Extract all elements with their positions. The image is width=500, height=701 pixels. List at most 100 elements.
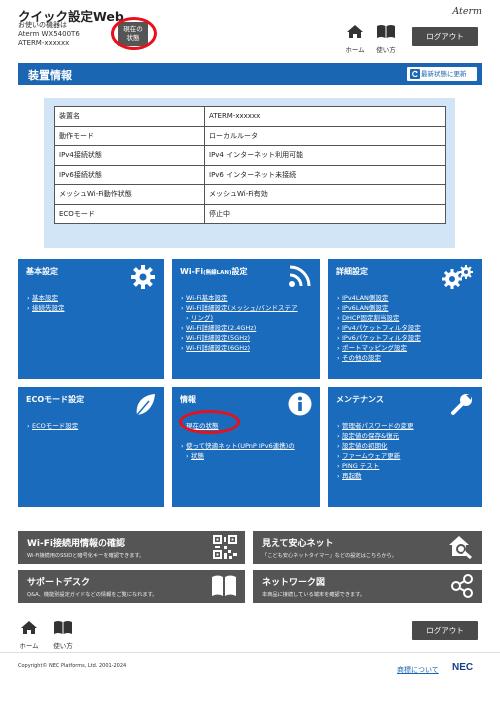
link-ipv4-lan[interactable]: IPv4LAN側設定 <box>337 293 421 303</box>
tile-links: IPv4LAN側設定 IPv6LAN側設定 DHCP固定割当設定 IPv4パケッ… <box>337 293 421 363</box>
info-value: ATERM-xxxxxx <box>204 106 446 127</box>
link-other-settings[interactable]: その他の設定 <box>337 353 421 363</box>
howto-label: 使い方 <box>376 46 396 54</box>
safety-net-banner[interactable]: 見えて安心ネット 「こども安心ネットタイマー」などの設定はこちらから。 <box>253 531 482 564</box>
tile-advanced-settings: 詳細設定 IPv4LAN側設定 IPv6LAN側設定 DHCP固定割当設定 IP… <box>328 259 482 379</box>
tile-title: Wi-Fi(無線LAN)設定 <box>180 266 248 277</box>
wrench-icon <box>451 394 472 415</box>
qr-code-icon <box>213 535 237 559</box>
gears-icon <box>442 265 473 289</box>
device-info-bar: 装置情報 最新状態に更新 <box>18 63 482 85</box>
banner-subtitle: 本商品に接続している端末を確認できます。 <box>262 592 366 598</box>
info-icon <box>288 392 312 416</box>
home-label: ホーム <box>19 642 39 650</box>
link-ipv4-filter[interactable]: IPv4パケットフィルタ設定 <box>337 323 421 333</box>
network-map-banner[interactable]: ネットワーク図 本商品に接続している端末を確認できます。 <box>253 570 482 603</box>
wifi-icon <box>289 265 311 287</box>
link-ping-test[interactable]: PING テスト <box>337 461 414 471</box>
home-button[interactable]: ホーム <box>344 24 366 54</box>
banner-subtitle: Wi-Fi接続用のSSIDと暗号化キーを確認できます。 <box>27 553 145 559</box>
footer-divider <box>0 652 500 653</box>
highlight-circle <box>179 410 240 434</box>
link-wifi-5ghz[interactable]: Wi-Fi詳細設定(5GHz) <box>181 333 298 343</box>
info-key: メッシュWi-Fi動作状態 <box>54 184 205 205</box>
info-key: IPv4接続状態 <box>54 145 205 166</box>
howto-label: 使い方 <box>53 642 73 650</box>
link-save-restore[interactable]: 設定値の保存&復元 <box>337 431 414 441</box>
tile-information: 情報 現在の状態 使って快適ネット(UPnP IPv6連携)の 状態 <box>172 387 320 507</box>
banner-subtitle: Q&A、機能別設定ガイドなどの情報をご覧になれます。 <box>27 592 158 598</box>
device-model: Aterm WX5400T6 <box>18 30 80 38</box>
home-icon <box>21 621 37 634</box>
device-info-panel: 装置名 ATERM-xxxxxx 動作モード ローカルルータ IPv4接続状態 IPv4 … <box>44 98 455 248</box>
info-row: ECOモード 停止中 <box>54 203 446 224</box>
home-icon <box>347 25 363 38</box>
link-port-mapping[interactable]: ポートマッピング設定 <box>337 343 421 353</box>
tile-eco-settings: ECOモード設定 ECOモード設定 <box>18 387 164 507</box>
link-firmware-update[interactable]: ファームウェア更新 <box>337 451 414 461</box>
support-desk-banner[interactable]: サポートデスク Q&A、機能別設定ガイドなどの情報をご覧になれます。 <box>18 570 245 603</box>
banner-title: サポートデスク <box>27 578 91 588</box>
info-value: メッシュWi-Fi有効 <box>204 184 446 205</box>
tile-title: 詳細設定 <box>336 267 368 276</box>
link-connection-settings[interactable]: 接続先設定 <box>27 303 65 313</box>
tile-links: 管理者パスワードの変更 設定値の保存&復元 設定値の初期化 ファームウェア更新 … <box>337 421 414 481</box>
link-dhcp-fixed[interactable]: DHCP固定割当設定 <box>337 313 421 323</box>
link-wifi-6ghz[interactable]: Wi-Fi詳細設定(6GHz) <box>181 343 298 353</box>
device-name: ATERM-xxxxxx <box>18 39 70 47</box>
link-admin-password[interactable]: 管理者パスワードの変更 <box>337 421 414 431</box>
device-caption: お使いの機器は <box>18 21 67 29</box>
footer-home-button[interactable]: ホーム <box>18 620 40 650</box>
footer-howto-button[interactable]: 使い方 <box>52 620 74 650</box>
info-value: IPv4 インターネット利用可能 <box>204 145 446 166</box>
link-wifi-mesh[interactable]: Wi-Fi詳細設定(メッシュ/バンドステア <box>181 303 298 313</box>
logout-button[interactable]: ログアウト <box>412 27 478 46</box>
book-icon <box>212 575 236 596</box>
info-row: IPv4接続状態 IPv4 インターネット利用可能 <box>54 145 446 166</box>
info-row: メッシュWi-Fi動作状態 メッシュWi-Fi有効 <box>54 184 446 205</box>
howto-button[interactable]: 使い方 <box>375 24 397 54</box>
device-info-title: 装置情報 <box>28 69 72 82</box>
link-ipv6-lan[interactable]: IPv6LAN側設定 <box>337 303 421 313</box>
leaf-icon <box>136 394 155 416</box>
link-basic-settings[interactable]: 基本設定 <box>27 293 65 303</box>
wifi-info-banner[interactable]: Wi-Fi接続用情報の確認 Wi-Fi接続用のSSIDと暗号化キーを確認できます… <box>18 531 245 564</box>
info-key: 装置名 <box>54 106 205 127</box>
home-search-icon <box>449 536 472 559</box>
wifi-title-main: Wi-Fi <box>180 267 204 276</box>
link-reboot[interactable]: 再起動 <box>337 471 414 481</box>
link-upnp-ipv6-status-cont[interactable]: 状態 <box>181 451 295 461</box>
refresh-button[interactable]: 最新状態に更新 <box>407 67 477 81</box>
footer-logout-button[interactable]: ログアウト <box>412 621 478 640</box>
tile-title: 基本設定 <box>26 267 58 276</box>
tile-wifi-settings: Wi-Fi(無線LAN)設定 Wi-Fi基本設定 Wi-Fi詳細設定(メッシュ/… <box>172 259 320 379</box>
link-eco-mode[interactable]: ECOモード設定 <box>27 421 78 431</box>
info-key: 動作モード <box>54 125 205 146</box>
link-factory-reset[interactable]: 設定値の初期化 <box>337 441 414 451</box>
tile-links: Wi-Fi基本設定 Wi-Fi詳細設定(メッシュ/バンドステア リング) Wi-… <box>181 293 298 353</box>
info-value: 停止中 <box>204 203 446 224</box>
banner-title: Wi-Fi接続用情報の確認 <box>27 539 125 549</box>
aterm-logo: Aterm <box>452 6 482 17</box>
banner-title: 見えて安心ネット <box>262 539 334 549</box>
banner-title: ネットワーク図 <box>262 578 326 588</box>
wifi-title-small: (無線LAN) <box>203 270 232 276</box>
info-value: IPv6 インターネット未接続 <box>204 164 446 185</box>
tile-title: ECOモード設定 <box>26 395 85 404</box>
trademark-link[interactable]: 商標について <box>397 665 439 675</box>
info-row: 装置名 ATERM-xxxxxx <box>54 106 446 127</box>
copyright: Copyright© NEC Platforms, Ltd. 2001-2024 <box>18 663 127 669</box>
link-wifi-mesh-cont[interactable]: リング) <box>181 313 298 323</box>
link-upnp-ipv6-status[interactable]: 使って快適ネット(UPnP IPv6連携)の <box>181 441 295 451</box>
link-ipv6-filter[interactable]: IPv6パケットフィルタ設定 <box>337 333 421 343</box>
device-info-table: 装置名 ATERM-xxxxxx 動作モード ローカルルータ IPv4接続状態 IPv4 … <box>54 106 446 224</box>
link-wifi-basic[interactable]: Wi-Fi基本設定 <box>181 293 298 303</box>
tile-basic-settings: 基本設定 基本設定 接続先設定 <box>18 259 164 379</box>
link-wifi-24ghz[interactable]: Wi-Fi詳細設定(2.4GHz) <box>181 323 298 333</box>
info-key: ECOモード <box>54 203 205 224</box>
info-row: 動作モード ローカルルータ <box>54 125 446 146</box>
highlight-circle <box>111 17 157 50</box>
wifi-title-suffix: 設定 <box>231 267 248 276</box>
tile-links: 基本設定 接続先設定 <box>27 293 65 313</box>
tile-links: ECOモード設定 <box>27 421 78 431</box>
